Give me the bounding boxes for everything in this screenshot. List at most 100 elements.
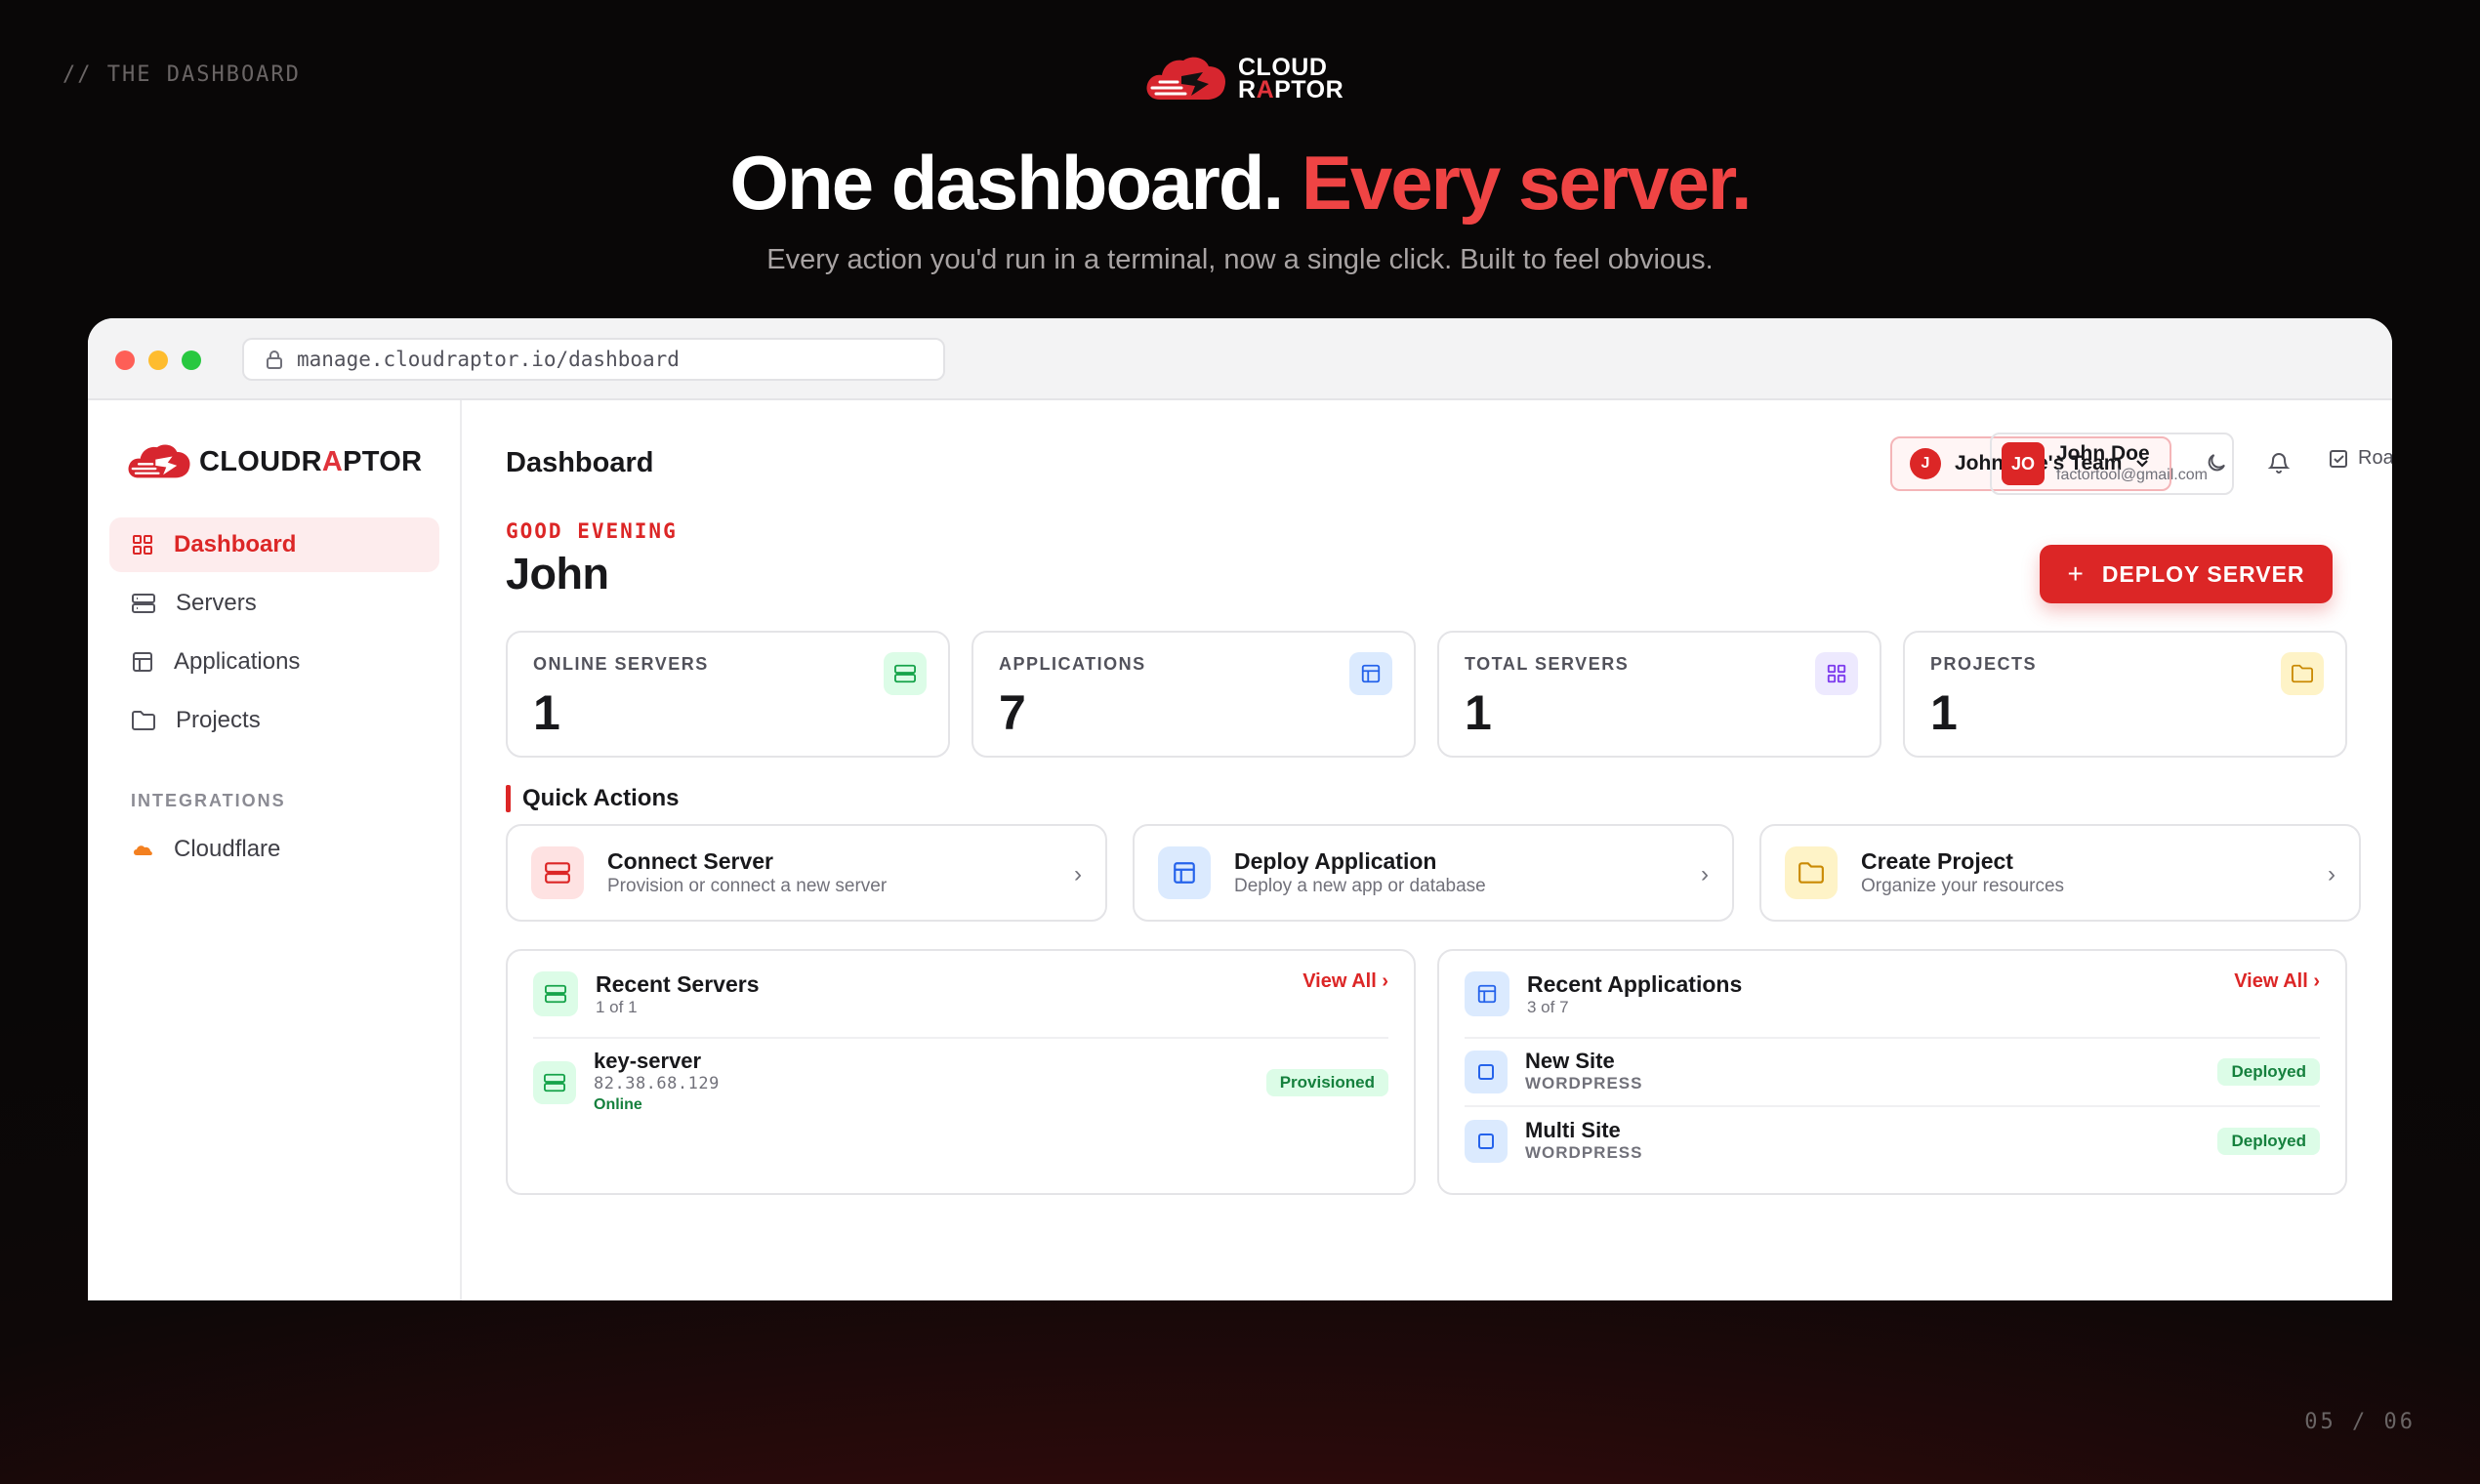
stat-card-projects[interactable]: PROJECTS 1 (1903, 631, 2347, 758)
plus-icon: + (2067, 558, 2085, 589)
table-row[interactable]: Multi Site WORDPRESS Deployed (1465, 1107, 2320, 1175)
stat-value: 1 (1930, 685, 1958, 740)
recent-panels: Recent Servers 1 of 1 View All › key-ser… (506, 949, 2347, 1195)
window-maximize-dot[interactable] (182, 350, 201, 370)
grid-icon (133, 535, 152, 555)
user-name: John Doe (2056, 442, 2150, 465)
grid-icon (1815, 652, 1858, 695)
app-type: WORDPRESS (1525, 1074, 1643, 1092)
hero-subtitle: Every action you'd run in a terminal, no… (766, 244, 1714, 275)
integrations-list: Cloudflare (109, 822, 439, 881)
sidebar-logo[interactable]: CLOUDRAPTOR (125, 439, 422, 484)
raptor-cloud-icon (1146, 57, 1226, 100)
checkbox-icon (2330, 449, 2347, 468)
quick-actions-heading: Quick Actions (506, 785, 679, 812)
stat-value: 7 (999, 685, 1026, 740)
sidebar-nav: Dashboard Servers Applications Projects (109, 517, 439, 752)
stat-label: ONLINE SERVERS (533, 654, 709, 674)
hero-logo-text: CLOUD RAPTOR (1238, 54, 1344, 103)
sidebar-item-servers[interactable]: Servers (109, 576, 439, 631)
page-title: Dashboard (506, 447, 654, 478)
roadmap-label: Roadmap (2358, 447, 2392, 469)
sidebar: CLOUDRAPTOR Dashboard Servers Applicatio… (88, 400, 462, 1300)
bell-icon (2267, 453, 2291, 474)
sidebar-item-applications[interactable]: Applications (109, 635, 439, 689)
app-shell: CLOUDRAPTOR Dashboard Servers Applicatio… (88, 400, 2392, 1300)
stat-label: TOTAL SERVERS (1465, 654, 1630, 674)
layout-icon (133, 652, 152, 672)
main-content: Dashboard J John Doe's Team Roadmap JO J… (462, 400, 2392, 1300)
square-icon (1465, 1120, 1508, 1163)
panel-title: Recent Servers (596, 971, 760, 997)
panel-count: 1 of 1 (596, 998, 638, 1016)
server-icon (884, 652, 927, 695)
quick-actions-row: Connect Server Provision or connect a ne… (506, 824, 2361, 922)
stat-card-total-servers[interactable]: TOTAL SERVERS 1 (1437, 631, 1881, 758)
window-close-dot[interactable] (115, 350, 135, 370)
server-status: Online (594, 1096, 642, 1113)
create-project-action[interactable]: Create Project Organize your resources › (1759, 824, 2361, 922)
greeting-name: John (506, 549, 609, 598)
panel-header: Recent Servers 1 of 1 View All › (533, 951, 1388, 1039)
recent-applications-panel: Recent Applications 3 of 7 View All › Ne… (1437, 949, 2347, 1195)
avatar: JO (2002, 442, 2045, 485)
stat-card-online-servers[interactable]: ONLINE SERVERS 1 (506, 631, 950, 758)
sidebar-item-projects[interactable]: Projects (109, 693, 439, 748)
status-badge: Provisioned (1265, 1069, 1388, 1096)
folder-icon (2281, 652, 2324, 695)
lock-icon (267, 350, 282, 369)
chevron-right-icon: › (2328, 861, 2335, 887)
table-row[interactable]: New Site WORDPRESS Deployed (1465, 1039, 2320, 1107)
view-all-applications-link[interactable]: View All › (2234, 970, 2320, 993)
action-description: Deploy a new app or database (1234, 876, 1486, 896)
sidebar-item-dashboard[interactable]: Dashboard (109, 517, 439, 572)
address-bar[interactable]: manage.cloudraptor.io/dashboard (242, 338, 945, 381)
status-badge: Deployed (2217, 1058, 2320, 1086)
window-minimize-dot[interactable] (148, 350, 168, 370)
user-email: factortool@gmail.com (2056, 467, 2208, 483)
action-name: Create Project (1861, 848, 2013, 874)
hero-title: One dashboard. Every server. (729, 140, 1752, 226)
panel-count: 3 of 7 (1527, 998, 1569, 1016)
chevron-right-icon: › (1701, 861, 1709, 887)
roadmap-link[interactable]: Roadmap (2329, 447, 2392, 470)
hero-logo: CLOUD RAPTOR (1142, 51, 1343, 107)
panel-header: Recent Applications 3 of 7 View All › (1465, 951, 2320, 1039)
greeting-label: GOOD EVENING (506, 519, 678, 543)
stat-card-applications[interactable]: APPLICATIONS 7 (971, 631, 1416, 758)
slide-section-tag: // THE DASHBOARD (62, 62, 301, 87)
server-icon (533, 1061, 576, 1104)
server-icon (531, 846, 584, 899)
notifications-button[interactable] (2264, 448, 2294, 477)
stat-value: 1 (533, 685, 560, 740)
cloud-icon (134, 845, 152, 855)
status-badge: Deployed (2217, 1128, 2320, 1155)
view-all-servers-link[interactable]: View All › (1302, 970, 1388, 993)
deploy-application-action[interactable]: Deploy Application Deploy a new app or d… (1133, 824, 1734, 922)
table-row[interactable]: key-server 82.38.68.129 Online Provision… (533, 1039, 1388, 1127)
action-description: Organize your resources (1861, 876, 2065, 896)
deploy-server-button[interactable]: + DEPLOY SERVER (2040, 545, 2333, 603)
action-description: Provision or connect a new server (607, 876, 888, 896)
user-menu[interactable]: JO John Doe factortool@gmail.com (1990, 433, 2234, 495)
app-name: Multi Site (1525, 1118, 1621, 1142)
folder-icon (1785, 846, 1838, 899)
server-name: key-server (594, 1049, 702, 1073)
recent-servers-panel: Recent Servers 1 of 1 View All › key-ser… (506, 949, 1416, 1195)
server-icon (132, 594, 155, 613)
panel-title: Recent Applications (1527, 971, 1743, 997)
square-icon (1465, 1051, 1508, 1093)
folder-icon (132, 711, 155, 730)
url-text: manage.cloudraptor.io/dashboard (297, 348, 680, 371)
browser-toolbar: manage.cloudraptor.io/dashboard (88, 318, 2392, 400)
action-name: Connect Server (607, 848, 774, 874)
browser-window: manage.cloudraptor.io/dashboard CLOUDRAP… (88, 318, 2392, 1300)
layout-icon (1158, 846, 1211, 899)
stat-label: APPLICATIONS (999, 654, 1146, 674)
sidebar-item-label: Applications (174, 648, 301, 675)
accent-bar (506, 785, 511, 812)
app-name: New Site (1525, 1049, 1615, 1073)
connect-server-action[interactable]: Connect Server Provision or connect a ne… (506, 824, 1107, 922)
sidebar-item-cloudflare[interactable]: Cloudflare (109, 822, 439, 877)
server-ip: 82.38.68.129 (594, 1074, 720, 1093)
